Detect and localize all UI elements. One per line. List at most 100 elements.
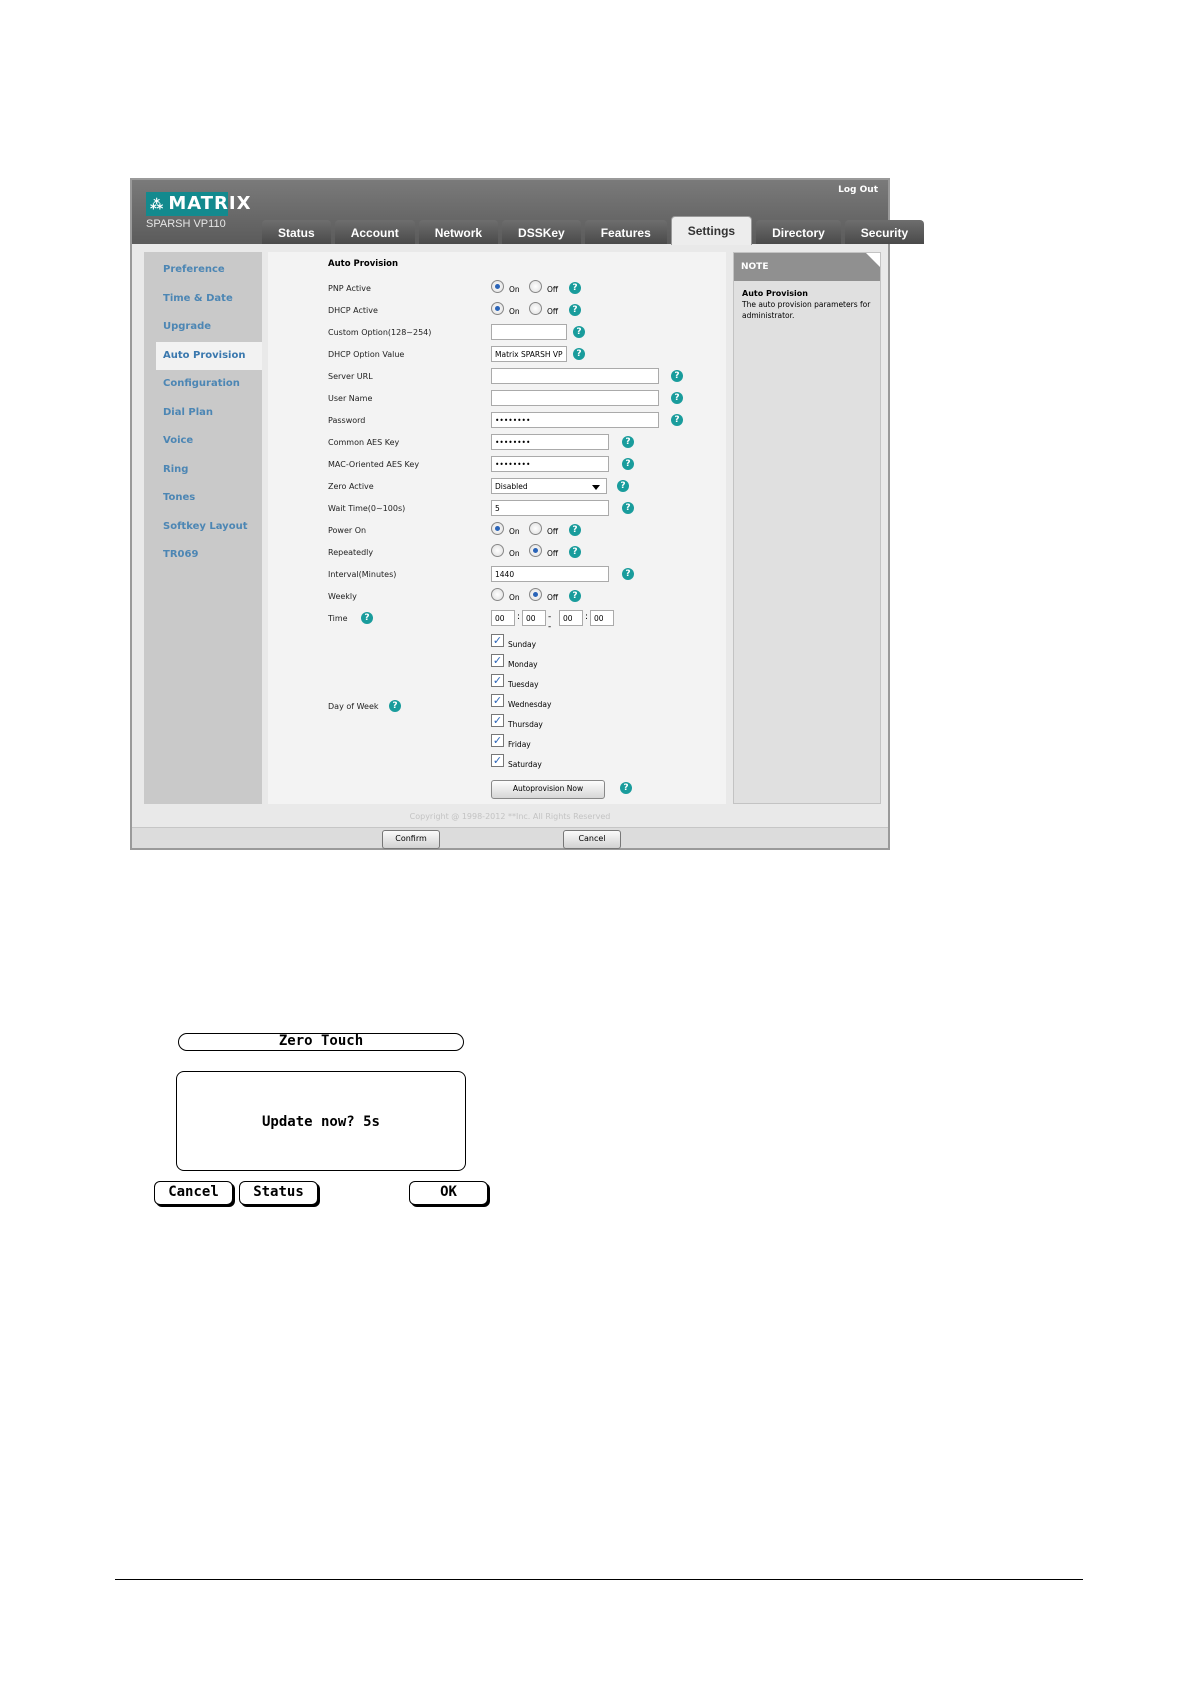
tab-directory[interactable]: Directory (756, 220, 841, 244)
help-icon[interactable]: ? (622, 458, 634, 470)
form-footer-bar: Confirm Cancel (132, 827, 888, 849)
mac-aes-input[interactable]: •••••••• (491, 456, 609, 472)
tab-features[interactable]: Features (584, 220, 667, 244)
note-text: The auto provision parameters for admini… (742, 300, 871, 320)
monday-checkbox[interactable]: ✓ (491, 654, 504, 667)
model-name: SPARSH VP110 (146, 218, 226, 230)
weekly-on-radio[interactable] (491, 588, 504, 601)
friday-label: Friday (508, 740, 531, 749)
power-on-off-radio[interactable] (529, 522, 542, 535)
help-icon[interactable]: ? (573, 348, 585, 360)
time-range-separator: -- (548, 612, 552, 632)
sidebar-item-tones[interactable]: Tones (144, 484, 262, 513)
sidebar-item-tr069[interactable]: TR069 (144, 541, 262, 570)
phone-cancel-softkey[interactable]: Cancel (154, 1181, 233, 1205)
end-hour-input[interactable]: 00 (559, 610, 583, 626)
repeatedly-on-radio[interactable] (491, 544, 504, 557)
tab-status[interactable]: Status (262, 220, 331, 244)
start-hour-input[interactable]: 00 (491, 610, 515, 626)
row-day-of-week: Day of Week ? ✓ Sunday ✓ Monday ✓ Tuesda… (268, 634, 726, 774)
help-icon[interactable]: ? (361, 612, 373, 624)
weekly-label: Weekly (328, 592, 357, 601)
tab-security[interactable]: Security (844, 220, 925, 244)
tab-settings[interactable]: Settings (670, 216, 753, 245)
password-input[interactable]: •••••••• (491, 412, 659, 428)
custom-option-input[interactable] (491, 324, 567, 340)
row-common-aes: Common AES Key •••••••• ? (268, 434, 726, 454)
help-icon[interactable]: ? (671, 392, 683, 404)
sidebar-item-softkey-layout[interactable]: Softkey Layout (144, 513, 262, 542)
wednesday-checkbox[interactable]: ✓ (491, 694, 504, 707)
pnp-on-radio[interactable] (491, 280, 504, 293)
help-icon[interactable]: ? (671, 370, 683, 382)
start-minute-input[interactable]: 00 (522, 610, 546, 626)
phone-screen-message: Update now? 5s (176, 1071, 466, 1171)
row-pnp-active: PNP Active On Off ? (268, 280, 726, 300)
user-name-input[interactable] (491, 390, 659, 406)
dhcp-off-label: Off (547, 307, 559, 316)
note-corner-fold (866, 253, 880, 267)
row-weekly: Weekly On Off ? (268, 588, 726, 608)
end-minute-input[interactable]: 00 (590, 610, 614, 626)
sidebar-item-voice[interactable]: Voice (144, 427, 262, 456)
sidebar-item-ring[interactable]: Ring (144, 456, 262, 485)
interval-label: Interval(Minutes) (328, 570, 397, 579)
server-url-input[interactable] (491, 368, 659, 384)
sidebar-item-time-date[interactable]: Time & Date (144, 285, 262, 314)
help-icon[interactable]: ? (569, 282, 581, 294)
dhcp-off-radio[interactable] (529, 302, 542, 315)
sunday-checkbox[interactable]: ✓ (491, 634, 504, 647)
tuesday-checkbox[interactable]: ✓ (491, 674, 504, 687)
pnp-off-radio[interactable] (529, 280, 542, 293)
help-icon[interactable]: ? (671, 414, 683, 426)
sidebar-item-upgrade[interactable]: Upgrade (144, 313, 262, 342)
help-icon[interactable]: ? (569, 546, 581, 558)
saturday-checkbox[interactable]: ✓ (491, 754, 504, 767)
common-aes-input[interactable]: •••••••• (491, 434, 609, 450)
phone-ok-softkey[interactable]: OK (409, 1181, 488, 1205)
page-footer-rule (115, 1579, 1083, 1580)
zero-active-select[interactable]: Disabled (491, 478, 607, 494)
help-icon[interactable]: ? (569, 590, 581, 602)
dhcp-on-label: On (509, 307, 520, 316)
phone-status-softkey[interactable]: Status (239, 1181, 318, 1205)
web-ui-screenshot: ⁂ MATRIX SPARSH VP110 Log Out Status Acco… (130, 178, 925, 850)
help-icon[interactable]: ? (622, 568, 634, 580)
help-icon[interactable]: ? (569, 524, 581, 536)
repeatedly-off-radio[interactable] (529, 544, 542, 557)
server-url-label: Server URL (328, 372, 373, 381)
help-icon[interactable]: ? (389, 700, 401, 712)
wait-time-input[interactable]: 5 (491, 500, 609, 516)
tab-dsskey[interactable]: DSSKey (502, 220, 581, 244)
sidebar-item-dial-plan[interactable]: Dial Plan (144, 399, 262, 428)
sidebar-item-preference[interactable]: Preference (144, 256, 262, 285)
help-icon[interactable]: ? (573, 326, 585, 338)
help-icon[interactable]: ? (617, 480, 629, 492)
mac-aes-label: MAC-Oriented AES Key (328, 460, 420, 469)
tab-account[interactable]: Account (334, 220, 415, 244)
friday-checkbox[interactable]: ✓ (491, 734, 504, 747)
cancel-button[interactable]: Cancel (563, 830, 621, 849)
help-icon[interactable]: ? (569, 304, 581, 316)
help-icon[interactable]: ? (620, 782, 632, 794)
chevron-down-icon (592, 485, 600, 490)
interval-input[interactable]: 1440 (491, 566, 609, 582)
logout-link[interactable]: Log Out (838, 185, 878, 195)
dhcp-active-label: DHCP Active (328, 306, 378, 315)
dhcp-option-value-input[interactable]: Matrix SPARSH VP (491, 346, 567, 362)
help-icon[interactable]: ? (622, 436, 634, 448)
dhcp-on-radio[interactable] (491, 302, 504, 315)
help-icon[interactable]: ? (622, 502, 634, 514)
power-on-on-radio[interactable] (491, 522, 504, 535)
sidebar-item-configuration[interactable]: Configuration (144, 370, 262, 399)
sidebar-item-auto-provision[interactable]: Auto Provision (156, 341, 262, 370)
time-colon: : (585, 612, 589, 622)
wednesday-label: Wednesday (508, 700, 552, 709)
row-dhcp-active: DHCP Active On Off ? (268, 302, 726, 322)
autoprovision-now-button[interactable]: Autoprovision Now (491, 780, 605, 799)
row-zero-active: Zero Active Disabled ? (268, 478, 726, 498)
thursday-checkbox[interactable]: ✓ (491, 714, 504, 727)
tab-network[interactable]: Network (418, 220, 499, 244)
confirm-button[interactable]: Confirm (382, 830, 440, 849)
weekly-off-radio[interactable] (529, 588, 542, 601)
